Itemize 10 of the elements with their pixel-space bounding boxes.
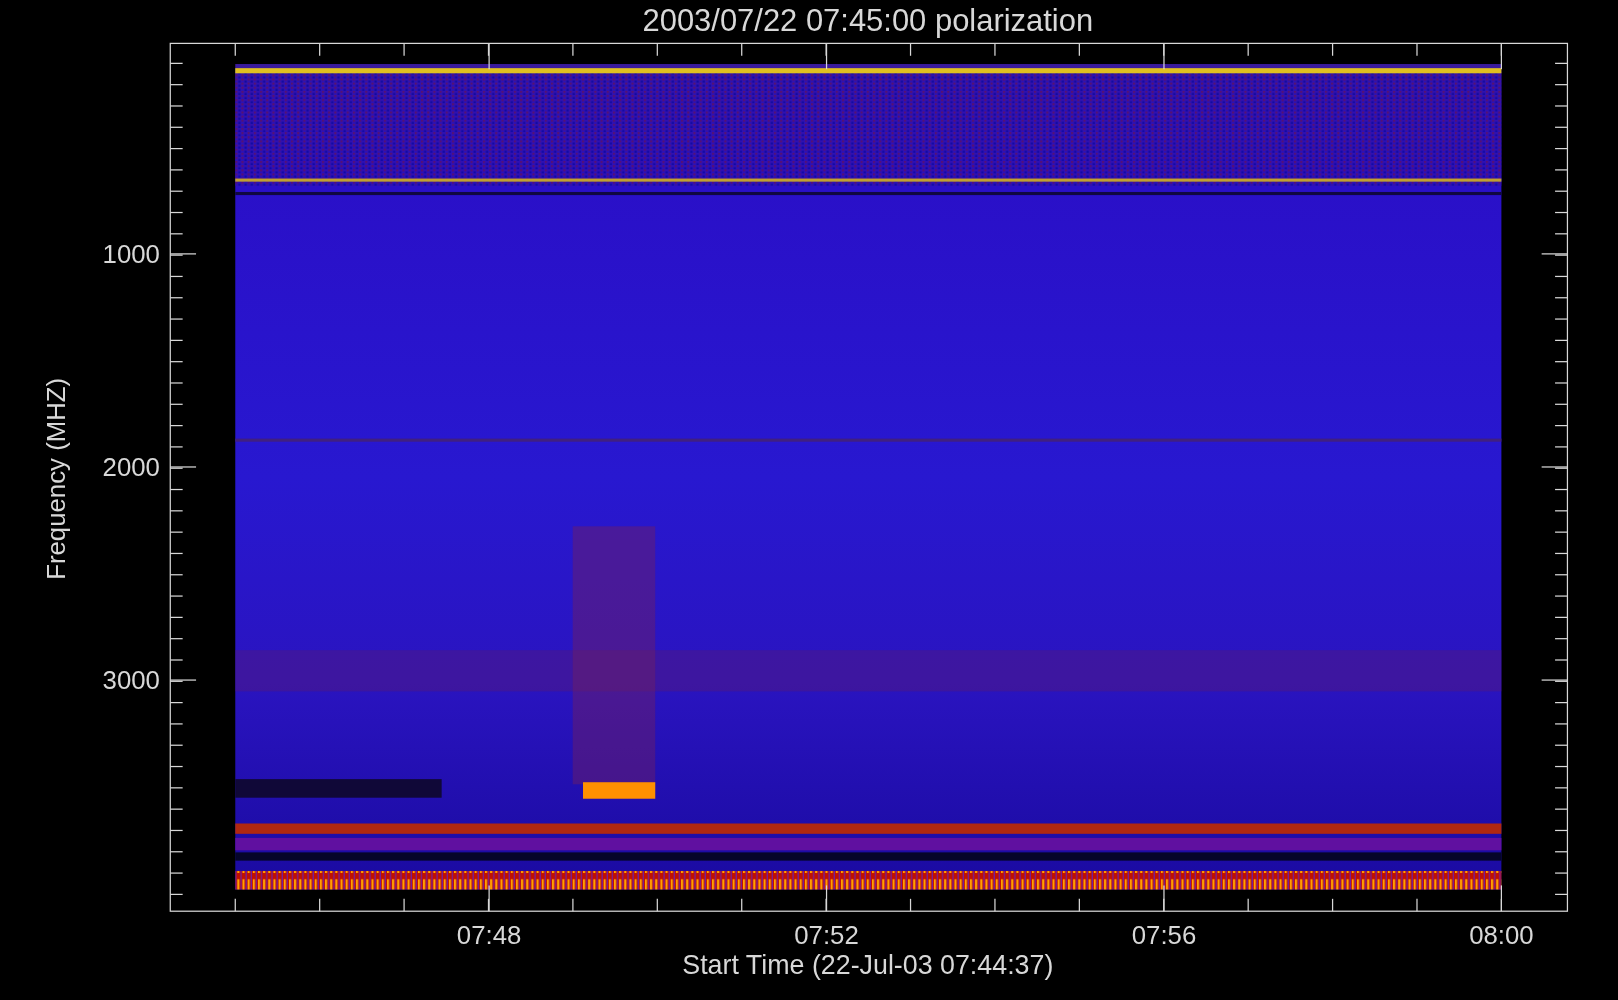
chart-title: 2003/07/22 07:45:00 polarization — [642, 3, 1094, 38]
x-tick-label: 07:48 — [456, 921, 522, 950]
x-axis-label: Start Time (22-Jul-03 07:44:37) — [682, 950, 1054, 981]
y-tick-label: 2000 — [102, 453, 160, 482]
x-tick-label: 07:56 — [1131, 921, 1197, 950]
x-tick-label: 08:00 — [1469, 921, 1534, 950]
y-tick-label: 1000 — [102, 240, 160, 269]
x-tick-label: 07:52 — [794, 921, 859, 950]
y-axis-label: Frequency (MHZ) — [42, 377, 70, 580]
y-tick-label: 3000 — [102, 666, 160, 695]
